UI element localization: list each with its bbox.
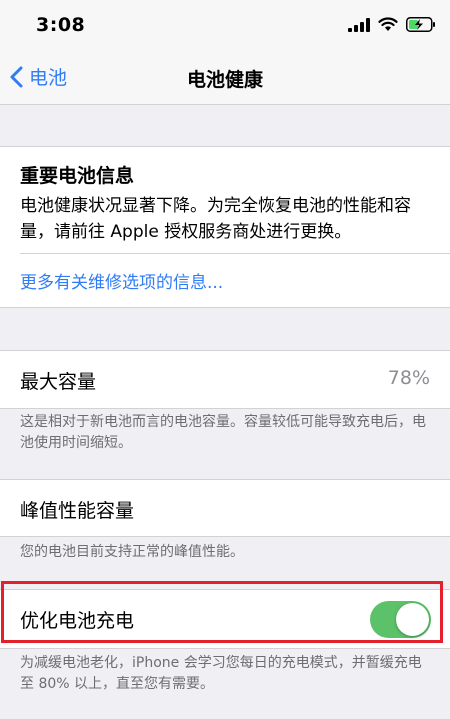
notice-body: 电池健康状况显著下降。为完全恢复电池的性能和容量，请前往 Apple 授权服务商…	[20, 196, 411, 242]
wifi-icon	[378, 17, 398, 31]
battery-charging-icon	[406, 17, 435, 32]
optimized-charging-footnote: 为减缓电池老化，iPhone 会学习您每日的充电模式，并暂缓充电至 80% 以上…	[20, 655, 422, 692]
status-icons	[348, 17, 436, 32]
cellular-signal-icon	[348, 17, 370, 32]
notice-title: 重要电池信息	[20, 165, 135, 187]
navigation-bar: 电池 电池健康	[0, 52, 450, 105]
status-time: 3:08	[36, 14, 86, 36]
max-capacity-footnote: 这是相对于新电池而言的电池容量。容量较低可能导致充电后，电池使用时间缩短。	[20, 414, 426, 451]
peak-performance-footnote: 您的电池目前支持正常的峰值性能。	[20, 544, 244, 560]
status-bar: 3:08	[0, 0, 450, 52]
service-options-link[interactable]: 更多有关维修选项的信息...	[20, 268, 223, 293]
max-capacity-value: 78%	[387, 367, 430, 389]
highlight-box	[1, 581, 443, 643]
max-capacity-row: 最大容量 78%	[0, 350, 450, 409]
peak-performance-row: 峰值性能容量	[0, 479, 450, 537]
page-title: 电池健康	[186, 69, 263, 91]
max-capacity-label: 最大容量	[20, 371, 97, 393]
peak-performance-label: 峰值性能容量	[20, 500, 135, 522]
notice-divider	[20, 253, 450, 254]
battery-notice-card: 重要电池信息 电池健康状况显著下降。为完全恢复电池的性能和容量，请前往 Appl…	[0, 146, 450, 308]
